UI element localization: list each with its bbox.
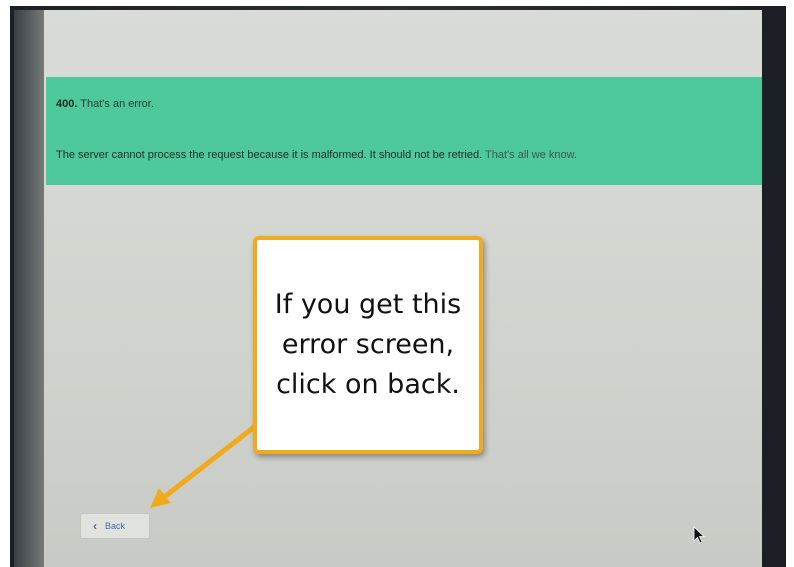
back-label: Back: [105, 521, 126, 531]
chevron-left-icon: ‹: [93, 519, 97, 533]
error-code: 400.: [56, 98, 78, 110]
screen-edge: [14, 10, 48, 567]
error-message: The server cannot process the request be…: [56, 149, 483, 161]
error-footer: That's all we know.: [485, 149, 578, 161]
error-heading: 400. That's an error.: [56, 98, 154, 110]
back-button[interactable]: ‹ Back: [80, 513, 150, 539]
callout-text: If you get this error screen, click on b…: [274, 289, 462, 400]
instruction-callout: If you get this error screen, click on b…: [253, 236, 483, 454]
error-description: The server cannot process the request be…: [56, 149, 577, 161]
error-banner: 400. That's an error. The server cannot …: [46, 77, 762, 185]
mouse-cursor-icon: [693, 526, 705, 544]
error-title: That's an error.: [80, 98, 154, 110]
photo-frame: 400. That's an error. The server cannot …: [0, 0, 794, 567]
